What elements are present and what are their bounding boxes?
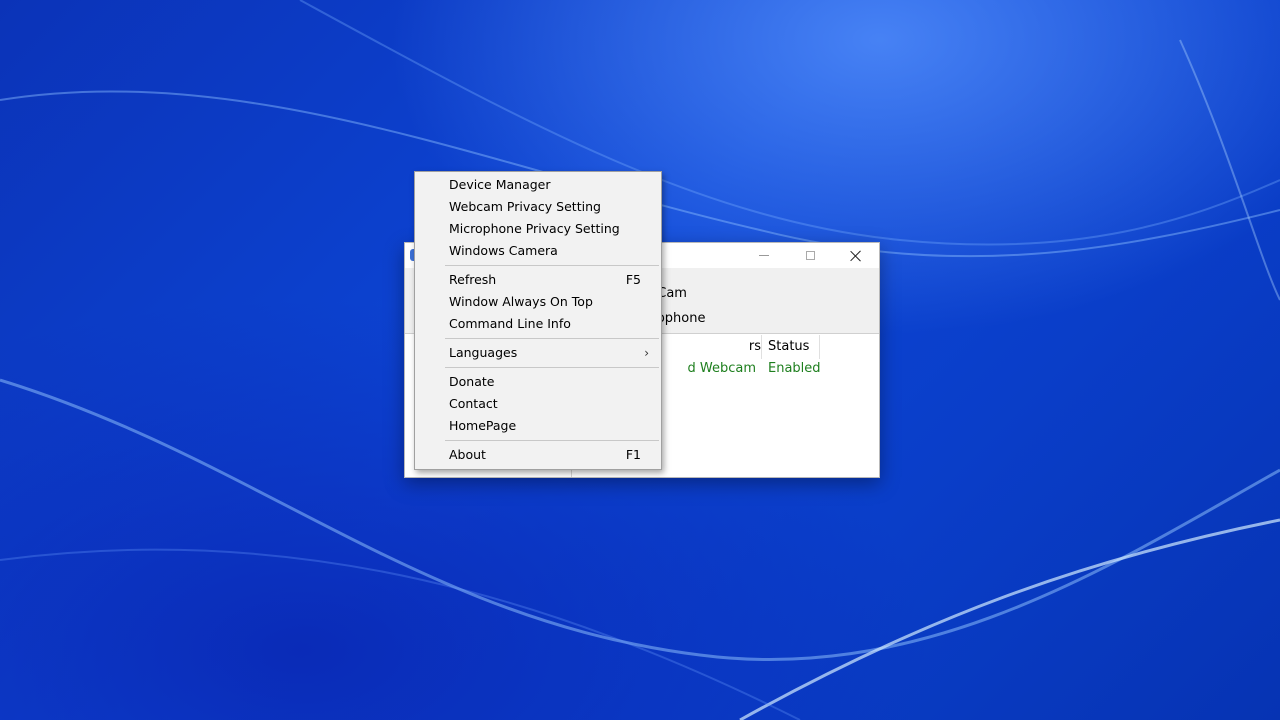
menu-item-command-line-info[interactable]: Command Line Info (415, 313, 661, 335)
menu-item-device-manager[interactable]: Device Manager (415, 174, 661, 196)
menu-item-contact[interactable]: Contact (415, 393, 661, 415)
close-button[interactable] (833, 243, 879, 268)
menu-item-label: Windows Camera (449, 243, 558, 258)
menu-item-languages[interactable]: Languages › (415, 342, 661, 364)
menu-item-label: Donate (449, 374, 495, 389)
menu-item-label: Languages (449, 345, 518, 360)
menu-item-window-always-on-top[interactable]: Window Always On Top (415, 291, 661, 313)
menu-item-windows-camera[interactable]: Windows Camera (415, 240, 661, 262)
menu-item-label: About (449, 447, 486, 462)
menu-separator (445, 265, 659, 266)
menu-item-label: Window Always On Top (449, 294, 593, 309)
menu-item-label: Command Line Info (449, 316, 571, 331)
menu-item-donate[interactable]: Donate (415, 371, 661, 393)
menu-shortcut: F1 (625, 447, 641, 462)
menu-item-label: Contact (449, 396, 498, 411)
menu-item-microphone-privacy-setting[interactable]: Microphone Privacy Setting (415, 218, 661, 240)
close-icon (850, 250, 862, 262)
context-menu: Device Manager Webcam Privacy Setting Mi… (414, 171, 662, 470)
chevron-right-icon: › (644, 346, 649, 360)
menu-item-homepage[interactable]: HomePage (415, 415, 661, 437)
minimize-button[interactable] (741, 243, 787, 268)
device-status-cell: Enabled (768, 361, 821, 376)
menu-item-refresh[interactable]: Refresh F5 (415, 269, 661, 291)
maximize-icon (805, 251, 815, 260)
menu-item-label: Device Manager (449, 177, 551, 192)
menu-separator (445, 367, 659, 368)
menu-item-label: Webcam Privacy Setting (449, 199, 601, 214)
menu-separator (445, 338, 659, 339)
menu-separator (445, 440, 659, 441)
maximize-button[interactable] (787, 243, 833, 268)
menu-item-label: HomePage (449, 418, 517, 433)
minimize-icon (759, 255, 769, 256)
column-header-status[interactable]: Status (762, 335, 820, 359)
menu-item-about[interactable]: About F1 (415, 444, 661, 466)
menu-shortcut: F5 (625, 272, 641, 287)
menu-item-label: Microphone Privacy Setting (449, 221, 620, 236)
menu-item-webcam-privacy-setting[interactable]: Webcam Privacy Setting (415, 196, 661, 218)
menu-item-label: Refresh (449, 272, 497, 287)
